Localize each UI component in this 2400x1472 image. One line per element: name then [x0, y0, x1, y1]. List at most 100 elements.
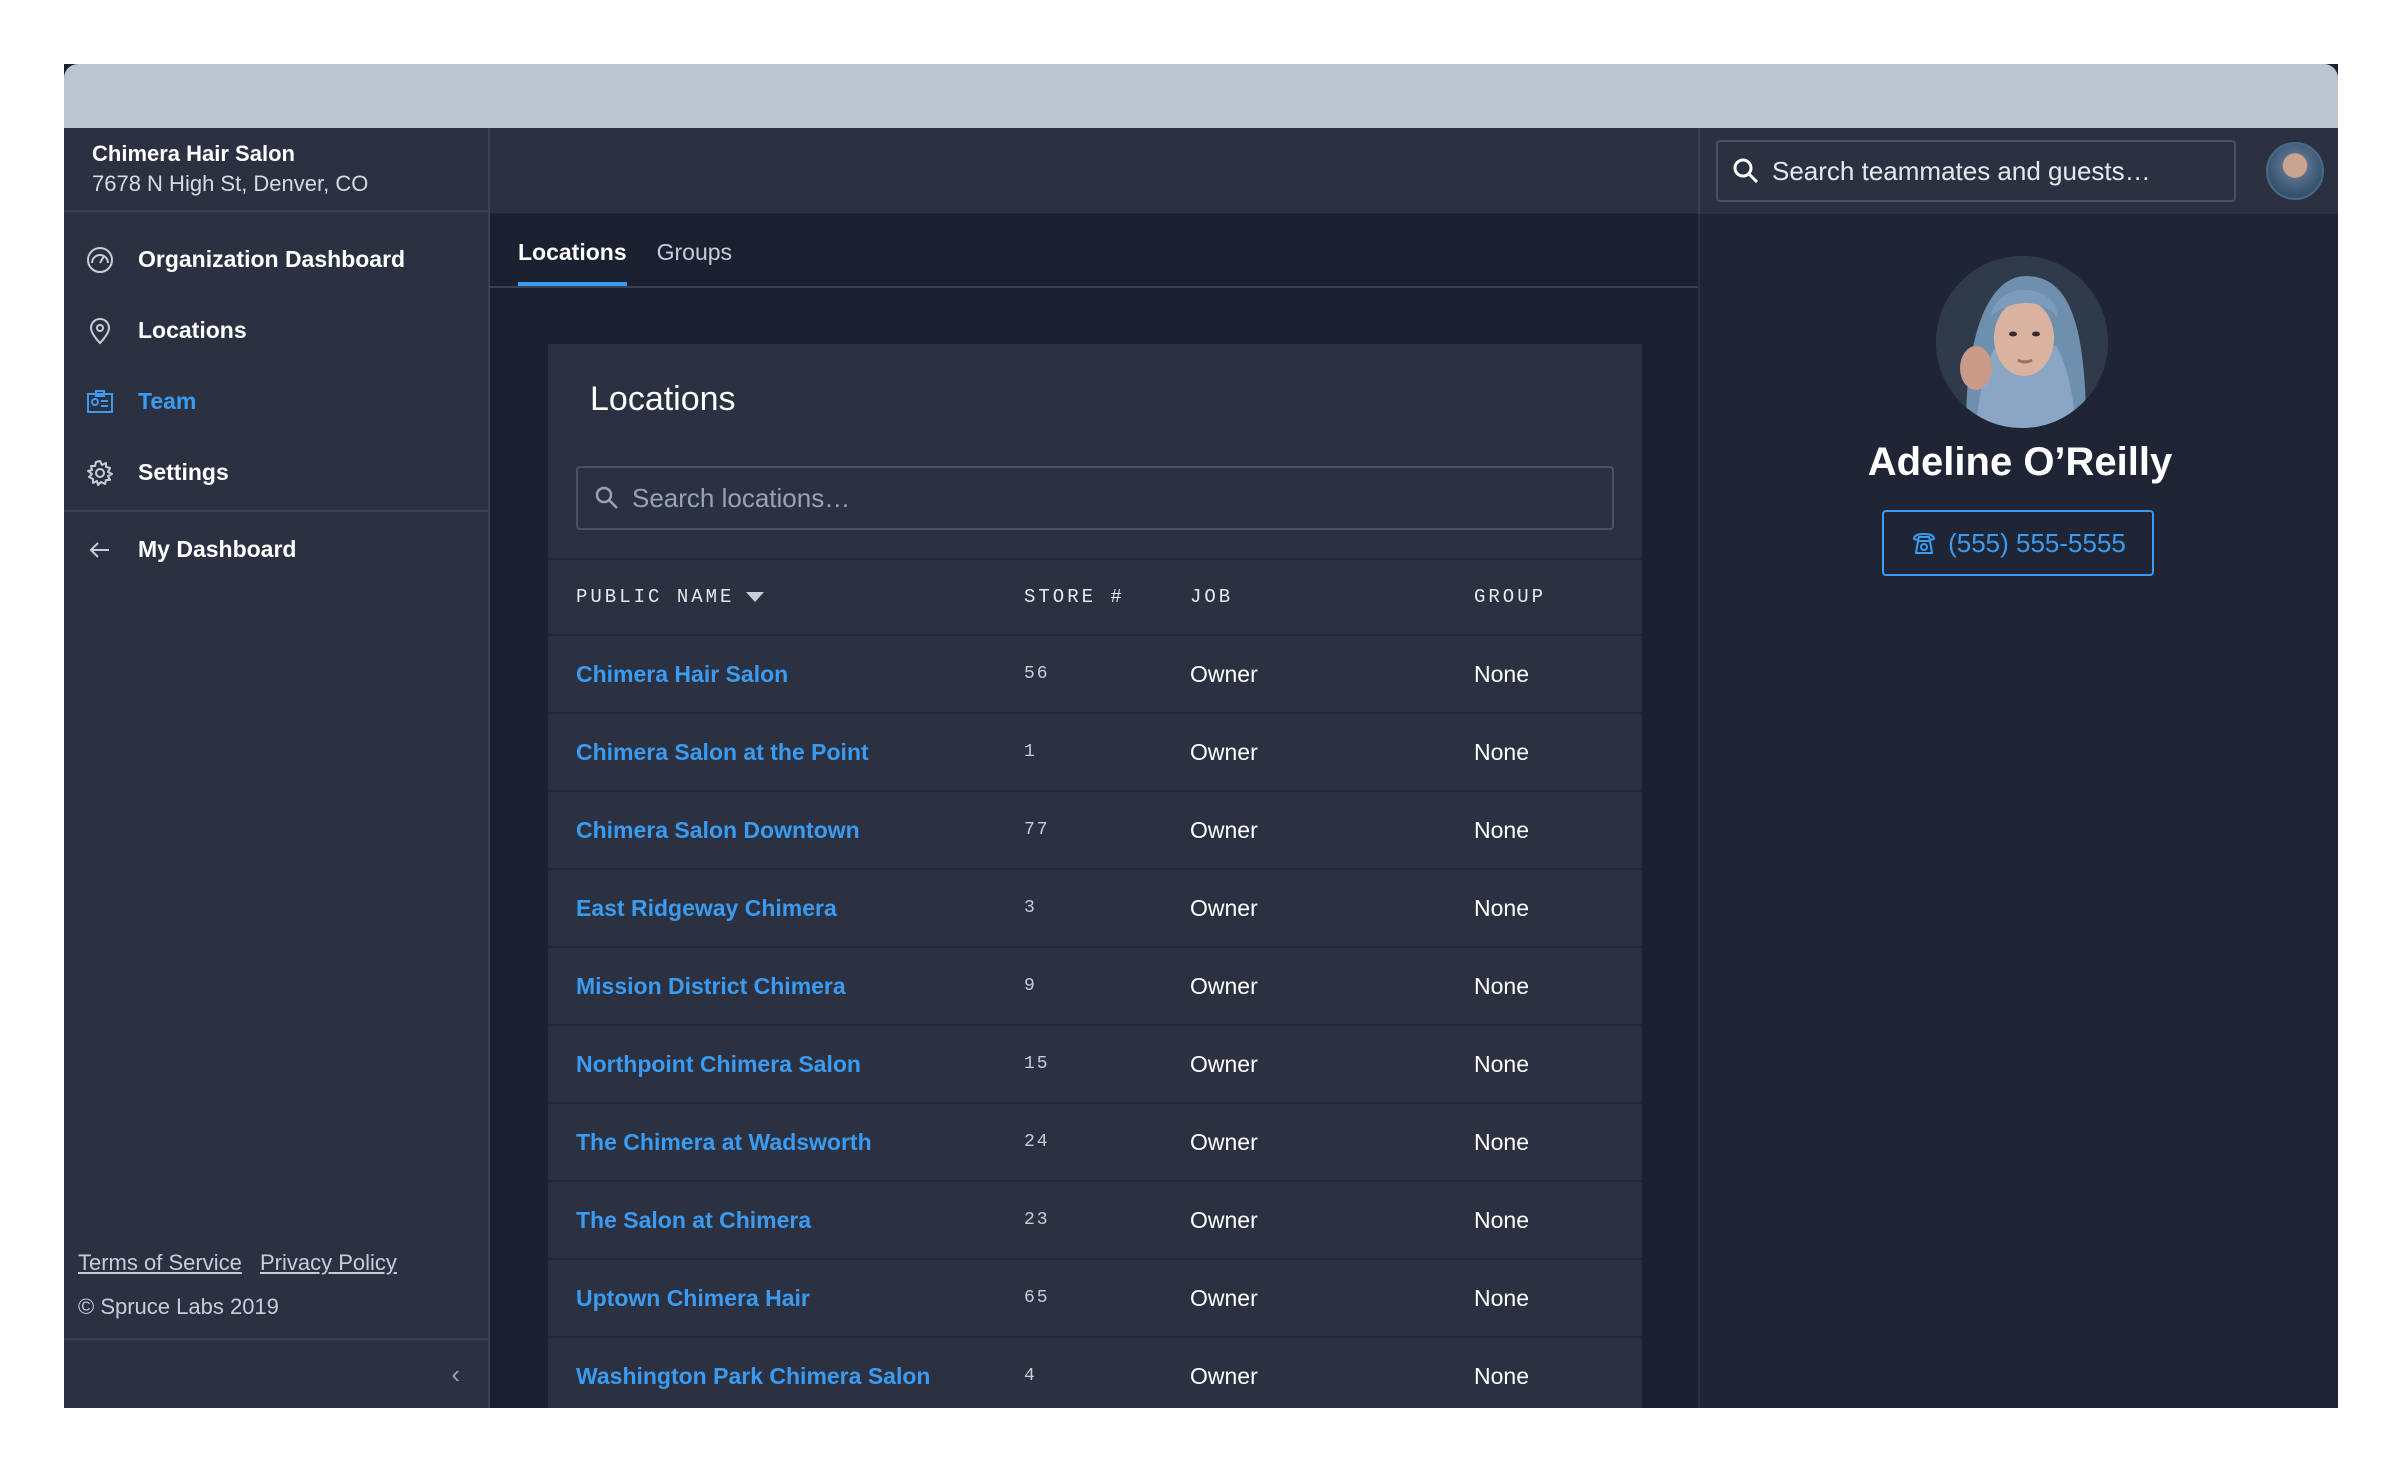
arrow-left-icon: [84, 534, 116, 566]
team-id-card-icon: [84, 386, 116, 418]
group-cell: None: [1474, 972, 1529, 999]
job-cell: Owner: [1190, 1284, 1258, 1311]
group-cell: None: [1474, 1128, 1529, 1155]
column-header-store[interactable]: STORE #: [1024, 586, 1190, 608]
sidebar-item-label: My Dashboard: [138, 536, 297, 562]
locations-card: Locations Search locations… PUBLIC NAME …: [548, 344, 1642, 1408]
store-number: 1: [1024, 742, 1037, 762]
search-icon: [594, 485, 620, 511]
profile-avatar: [1936, 256, 2108, 428]
terms-link[interactable]: Terms of Service: [78, 1250, 242, 1275]
footer-links: Terms of Service Privacy Policy: [64, 1250, 488, 1276]
column-header-job[interactable]: JOB: [1190, 586, 1474, 608]
location-name-link[interactable]: Washington Park Chimera Salon: [576, 1363, 930, 1389]
card-title: Locations: [590, 380, 736, 418]
user-avatar[interactable]: [2266, 142, 2324, 200]
phone-button[interactable]: (555) 555-5555: [1882, 510, 2154, 576]
chevron-left-icon: ‹: [451, 1358, 460, 1389]
sidebar-item-settings[interactable]: Settings: [64, 437, 488, 508]
window-titlebar: [64, 64, 2338, 128]
sidebar-item-my-dashboard[interactable]: My Dashboard: [64, 514, 488, 585]
sidebar-footer: Terms of Service Privacy Policy © Spruce…: [64, 1250, 488, 1408]
tab-bar: Locations Groups: [490, 214, 1698, 288]
job-cell: Owner: [1190, 1128, 1258, 1155]
location-name-link[interactable]: The Salon at Chimera: [576, 1207, 811, 1233]
table-header: PUBLIC NAME STORE # JOB GROUP: [548, 558, 1642, 636]
locations-search-input[interactable]: Search locations…: [576, 466, 1614, 530]
table-body: Chimera Hair Salon 56 Owner None Chimera Sal…: [548, 636, 1642, 1408]
table-row[interactable]: Northpoint Chimera Salon 15 Owner None: [548, 1026, 1642, 1104]
location-name-link[interactable]: The Chimera at Wadsworth: [576, 1129, 872, 1155]
table-row[interactable]: East Ridgeway Chimera 3 Owner None: [548, 870, 1642, 948]
privacy-link[interactable]: Privacy Policy: [260, 1250, 397, 1275]
sidebar-item-label: Team: [138, 388, 197, 414]
nav-divider: [64, 510, 488, 512]
org-address: 7678 N High St, Denver, CO: [92, 171, 369, 196]
job-cell: Owner: [1190, 972, 1258, 999]
sidebar-item-label: Settings: [138, 459, 229, 485]
store-number: 77: [1024, 820, 1050, 840]
locations-table: PUBLIC NAME STORE # JOB GROUP Chimera Ha…: [548, 558, 1642, 1408]
search-icon: [1732, 157, 1760, 185]
global-search-input[interactable]: Search teammates and guests…: [1716, 140, 2236, 202]
group-cell: None: [1474, 816, 1529, 843]
location-pin-icon: [84, 315, 116, 347]
sidebar-item-team[interactable]: Team: [64, 366, 488, 437]
location-name-link[interactable]: Chimera Hair Salon: [576, 661, 788, 687]
sidebar-item-locations[interactable]: Locations: [64, 295, 488, 366]
table-row[interactable]: The Salon at Chimera 23 Owner None: [548, 1182, 1642, 1260]
main-content: Locations Groups Locations Search locati…: [490, 214, 1698, 1408]
store-number: 65: [1024, 1288, 1050, 1308]
table-row[interactable]: Uptown Chimera Hair 65 Owner None: [548, 1260, 1642, 1338]
location-name-link[interactable]: Chimera Salon at the Point: [576, 739, 869, 765]
location-name-link[interactable]: Chimera Salon Downtown: [576, 817, 860, 843]
store-number: 15: [1024, 1054, 1050, 1074]
app-window: Chimera Hair Salon 7678 N High St, Denve…: [64, 64, 2338, 1408]
group-cell: None: [1474, 1362, 1529, 1389]
sidebar-item-organization-dashboard[interactable]: Organization Dashboard: [64, 224, 488, 295]
global-search-placeholder: Search teammates and guests…: [1772, 155, 2151, 186]
job-cell: Owner: [1190, 894, 1258, 921]
org-name: Chimera Hair Salon: [92, 141, 295, 166]
top-bar-right: Search teammates and guests…: [1698, 128, 2338, 214]
table-row[interactable]: Chimera Hair Salon 56 Owner None: [548, 636, 1642, 714]
group-cell: None: [1474, 894, 1529, 921]
table-row[interactable]: Mission District Chimera 9 Owner None: [548, 948, 1642, 1026]
group-cell: None: [1474, 660, 1529, 687]
job-cell: Owner: [1190, 1362, 1258, 1389]
store-number: 3: [1024, 898, 1037, 918]
sidebar-item-label: Locations: [138, 317, 247, 343]
location-name-link[interactable]: Uptown Chimera Hair: [576, 1285, 810, 1311]
profile-name: Adeline O’Reilly: [1867, 440, 2173, 484]
org-header[interactable]: Chimera Hair Salon 7678 N High St, Denve…: [64, 128, 488, 212]
locations-search-placeholder: Search locations…: [632, 482, 851, 513]
gear-icon: [84, 457, 116, 489]
job-cell: Owner: [1190, 1206, 1258, 1233]
column-header-public-name[interactable]: PUBLIC NAME: [548, 586, 1024, 608]
profile-panel: Adeline O’Reilly (555) 555-5555: [1698, 214, 2338, 1408]
store-number: 4: [1024, 1366, 1037, 1386]
job-cell: Owner: [1190, 1050, 1258, 1077]
job-cell: Owner: [1190, 738, 1258, 765]
table-row[interactable]: The Chimera at Wadsworth 24 Owner None: [548, 1104, 1642, 1182]
group-cell: None: [1474, 1284, 1529, 1311]
job-cell: Owner: [1190, 660, 1258, 687]
phone-icon: [1910, 529, 1938, 557]
table-row[interactable]: Washington Park Chimera Salon 4 Owner None: [548, 1338, 1642, 1408]
store-number: 56: [1024, 664, 1050, 684]
column-header-group[interactable]: GROUP: [1474, 586, 1642, 608]
copyright: © Spruce Labs 2019: [78, 1294, 279, 1319]
sidebar-collapse-button[interactable]: ‹: [64, 1338, 488, 1408]
job-cell: Owner: [1190, 816, 1258, 843]
tab-groups[interactable]: Groups: [657, 239, 732, 286]
location-name-link[interactable]: Northpoint Chimera Salon: [576, 1051, 861, 1077]
store-number: 23: [1024, 1210, 1050, 1230]
table-row[interactable]: Chimera Salon at the Point 1 Owner None: [548, 714, 1642, 792]
sidebar-nav: Organization Dashboard Locations Team Se…: [64, 212, 488, 585]
location-name-link[interactable]: East Ridgeway Chimera: [576, 895, 837, 921]
group-cell: None: [1474, 1050, 1529, 1077]
location-name-link[interactable]: Mission District Chimera: [576, 973, 846, 999]
table-row[interactable]: Chimera Salon Downtown 77 Owner None: [548, 792, 1642, 870]
group-cell: None: [1474, 738, 1529, 765]
tab-locations[interactable]: Locations: [518, 239, 627, 286]
